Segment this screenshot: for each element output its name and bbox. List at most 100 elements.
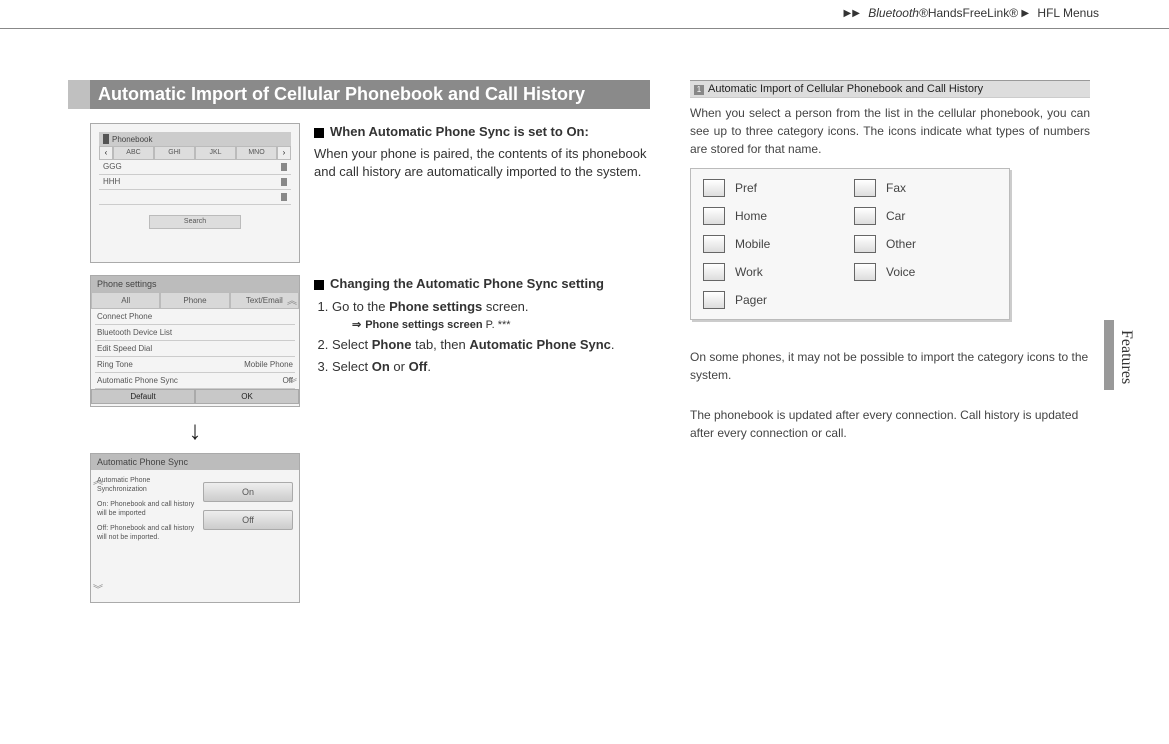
block2-heading: Changing the Automatic Phone Sync settin… [330, 276, 604, 291]
category-label: Other [886, 237, 916, 251]
flow-arrow-down-icon: ↓ [90, 417, 300, 443]
category-voice: Voice [854, 263, 997, 281]
category-fax: Fax [854, 179, 997, 197]
settings-footer-ok: OK [195, 389, 299, 404]
autosync-desc-title: Automatic Phone Synchronization [97, 476, 197, 494]
info-header-text: Automatic Import of Cellular Phonebook a… [708, 83, 983, 95]
step-bold: Automatic Phone Sync [469, 337, 611, 352]
step-text: screen. [482, 299, 528, 314]
step-2: Select Phone tab, then Automatic Phone S… [332, 335, 650, 355]
phonebook-tab: GHI [154, 146, 195, 160]
bullet-square-icon [314, 280, 324, 290]
voice-icon [854, 263, 876, 281]
scroll-down-icon: ︾ [287, 375, 297, 390]
step-bold: On [372, 359, 390, 374]
settings-item-label: Edit Speed Dial [97, 344, 152, 353]
category-mobile: Mobile [703, 235, 846, 253]
xref-arrow-icon: ⇒ [352, 319, 361, 331]
steps-list: Go to the Phone settings screen. ⇒Phone … [314, 297, 650, 376]
step-text: . [427, 359, 431, 374]
side-tab-shadow [1104, 320, 1114, 390]
step-text: Go to the [332, 299, 389, 314]
category-label: Fax [886, 181, 906, 195]
category-label: Voice [886, 265, 915, 279]
scroll-up-icon: ︽ [287, 292, 297, 307]
phonebook-tab: MNO [236, 146, 277, 160]
autosync-on-button: On [203, 482, 293, 502]
phonebook-row: HHH [99, 175, 291, 190]
settings-item-label: Connect Phone [97, 312, 152, 321]
info-note-1: On some phones, it may not be possible t… [690, 348, 1090, 384]
screenshot-phone-settings: Phone settings All Phone Text/Email Conn… [90, 275, 300, 407]
tab-scroll-left-icon: ‹ [99, 146, 113, 160]
step-text: Select [332, 337, 372, 352]
screenshot-auto-sync: Automatic Phone Sync Automatic Phone Syn… [90, 453, 300, 603]
step-text: tab, then [411, 337, 469, 352]
step-bold: Phone [372, 337, 412, 352]
autosync-desc-on: On: Phonebook and call history will be i… [97, 500, 197, 518]
bullet-square-icon [314, 128, 324, 138]
settings-item: Bluetooth Device List [95, 325, 295, 341]
settings-tab: All [91, 292, 160, 309]
step-text: Select [332, 359, 372, 374]
breadcrumb-feature: HandsFreeLink® [928, 6, 1018, 20]
manual-page: ▶▶ Bluetooth®HandsFreeLink® ▶ HFL Menus … [0, 0, 1169, 744]
mobile-icon [703, 235, 725, 253]
breadcrumb: ▶▶ Bluetooth®HandsFreeLink® ▶ HFL Menus [844, 6, 1099, 20]
xref-page: P. *** [486, 319, 511, 331]
step-bold: Off [409, 359, 428, 374]
screenshot-phonebook: Phonebook ‹ ABC GHI JKL MNO › GGG HHH [90, 123, 300, 263]
info-column: 1Automatic Import of Cellular Phonebook … [690, 80, 1090, 603]
tab-scroll-right-icon: › [277, 146, 291, 160]
screenshot-phonebook-title: Phonebook [112, 135, 152, 144]
category-home: Home [703, 207, 846, 225]
block-change-setting: Changing the Automatic Phone Sync settin… [314, 275, 650, 407]
settings-item-label: Ring Tone [97, 360, 133, 369]
settings-item: Ring ToneMobile Phone [95, 357, 295, 373]
header-rule [0, 28, 1169, 29]
settings-footer-default: Default [91, 389, 195, 404]
info-note-2: The phonebook is updated after every con… [690, 406, 1090, 442]
phonebook-row [99, 190, 291, 205]
autosync-desc-off: Off: Phonebook and call history will not… [97, 524, 197, 542]
category-icon-legend: Pref Fax Home Car Mobile Other Work Voic… [690, 168, 1010, 320]
block-auto-sync-on: When Automatic Phone Sync is set to On: … [314, 123, 650, 263]
phonebook-tab: ABC [113, 146, 154, 160]
section-title: Automatic Import of Cellular Phonebook a… [90, 80, 650, 109]
cross-reference: ⇒Phone settings screen P. *** [352, 317, 650, 334]
settings-item: Automatic Phone SyncOff [95, 373, 295, 389]
category-label: Mobile [735, 237, 770, 251]
breadcrumb-arrows-1: ▶▶ [844, 8, 861, 19]
block1-body: When your phone is paired, the contents … [314, 146, 646, 179]
phonebook-row: GGG [99, 160, 291, 175]
screenshot-autosync-title: Automatic Phone Sync [91, 454, 299, 470]
category-other: Other [854, 235, 997, 253]
step-text: . [611, 337, 615, 352]
category-label: Pref [735, 181, 757, 195]
category-label: Work [735, 265, 763, 279]
settings-item: Edit Speed Dial [95, 341, 295, 357]
autosync-off-button: Off [203, 510, 293, 530]
fax-icon [854, 179, 876, 197]
other-icon [854, 235, 876, 253]
step-3: Select On or Off. [332, 357, 650, 377]
settings-item: Connect Phone [95, 309, 295, 325]
home-icon [703, 207, 725, 225]
side-tab-features: Features [1117, 330, 1135, 384]
category-label: Car [886, 209, 905, 223]
pref-icon [703, 179, 725, 197]
category-label: Home [735, 209, 767, 223]
phonebook-search-button: Search [149, 215, 241, 229]
car-icon [854, 207, 876, 225]
main-column: Automatic Import of Cellular Phonebook a… [90, 80, 650, 603]
breadcrumb-section: HFL Menus [1037, 6, 1099, 20]
step-bold: Phone settings [389, 299, 482, 314]
breadcrumb-arrows-2: ▶ [1021, 8, 1030, 19]
step-text: or [390, 359, 409, 374]
category-pref: Pref [703, 179, 846, 197]
settings-item-label: Bluetooth Device List [97, 328, 172, 337]
scroll-up-icon: ︽ [93, 472, 103, 487]
phone-icon [103, 134, 109, 144]
work-icon [703, 263, 725, 281]
info-header: 1Automatic Import of Cellular Phonebook … [690, 80, 1090, 98]
